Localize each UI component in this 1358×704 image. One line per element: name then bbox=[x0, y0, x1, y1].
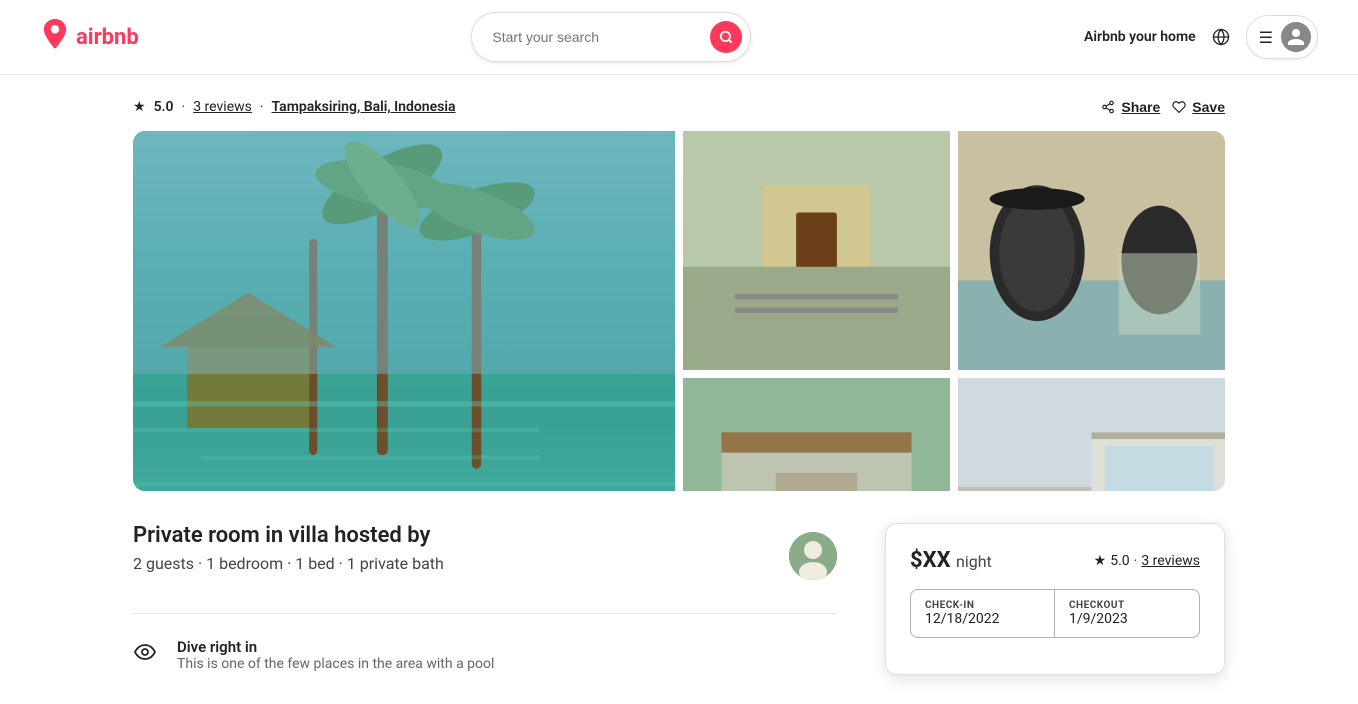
host-avatar-image bbox=[789, 532, 837, 580]
save-button[interactable]: Save bbox=[1172, 99, 1225, 115]
card-star-icon: ★ bbox=[1094, 553, 1107, 569]
listing-title: Private room in villa hosted by bbox=[133, 523, 444, 548]
photo-cell-1[interactable] bbox=[683, 131, 950, 370]
save-label: Save bbox=[1192, 99, 1225, 115]
star-icon: ★ bbox=[133, 99, 146, 115]
language-button[interactable] bbox=[1212, 28, 1230, 46]
booking-card: $XX night ★ 5.0 · 3 reviews CHECK-IN 12/… bbox=[885, 523, 1225, 675]
site-header: airbnb Airbnb your home ☰ bbox=[0, 0, 1358, 75]
rating-reviews[interactable]: 3 reviews bbox=[193, 99, 252, 115]
airbnb-logo-icon bbox=[40, 17, 70, 57]
share-button[interactable]: Share bbox=[1101, 99, 1160, 115]
feature-description: This is one of the few places in the are… bbox=[177, 656, 494, 672]
action-buttons: Share Save bbox=[1101, 99, 1225, 115]
price-value: $XX bbox=[910, 548, 951, 573]
photo-cell-2[interactable] bbox=[958, 131, 1225, 370]
checkin-label: CHECK-IN bbox=[925, 600, 1040, 611]
dive-icon bbox=[133, 640, 161, 670]
nav-right: Airbnb your home ☰ bbox=[1084, 15, 1318, 59]
airbnb-home-link[interactable]: Airbnb your home bbox=[1084, 29, 1196, 45]
date-grid: CHECK-IN 12/18/2022 CHECKOUT 1/9/2023 bbox=[910, 589, 1200, 638]
feature-row: Dive right in This is one of the few pla… bbox=[133, 638, 837, 672]
search-bar[interactable] bbox=[471, 12, 751, 62]
location-link[interactable]: Tampaksiring, Bali, Indonesia bbox=[272, 99, 456, 115]
logo-text: airbnb bbox=[76, 25, 139, 50]
feature-text: Dive right in This is one of the few pla… bbox=[177, 638, 494, 672]
photo-grid: ⊞ Show all photos bbox=[133, 131, 1225, 491]
dot-separator-2: · bbox=[260, 99, 264, 115]
user-menu[interactable]: ☰ bbox=[1246, 15, 1318, 59]
photo-cell-3[interactable] bbox=[683, 378, 950, 491]
search-button[interactable] bbox=[710, 21, 742, 53]
feature-title: Dive right in bbox=[177, 638, 494, 656]
checkout-value: 1/9/2023 bbox=[1069, 611, 1185, 627]
card-rating-score: 5.0 bbox=[1110, 553, 1129, 569]
listing-info: Private room in villa hosted by 2 guests… bbox=[133, 523, 837, 680]
host-avatar[interactable] bbox=[789, 532, 837, 580]
price-row: $XX night ★ 5.0 · 3 reviews bbox=[910, 548, 1200, 573]
lower-section: Private room in villa hosted by 2 guests… bbox=[133, 523, 1225, 680]
listing-subtitle: 2 guests · 1 bedroom · 1 bed · 1 private… bbox=[133, 554, 444, 573]
share-label: Share bbox=[1121, 99, 1160, 115]
photo-main[interactable] bbox=[133, 131, 675, 491]
rating-score: 5.0 bbox=[154, 99, 174, 115]
photo-cell-4[interactable]: ⊞ Show all photos bbox=[958, 378, 1225, 491]
card-rating: ★ 5.0 · 3 reviews bbox=[1094, 553, 1200, 569]
divider-1 bbox=[133, 613, 837, 614]
checkin-cell[interactable]: CHECK-IN 12/18/2022 bbox=[911, 590, 1055, 637]
search-input[interactable] bbox=[492, 29, 700, 45]
checkin-value: 12/18/2022 bbox=[925, 611, 1040, 627]
checkout-cell[interactable]: CHECKOUT 1/9/2023 bbox=[1055, 590, 1199, 637]
hamburger-icon: ☰ bbox=[1259, 28, 1273, 47]
photo-sub-grid: ⊞ Show all photos bbox=[683, 131, 1225, 491]
main-photo-svg bbox=[133, 131, 675, 491]
rating-row: ★ 5.0 · 3 reviews · Tampaksiring, Bali, … bbox=[133, 99, 1225, 115]
avatar bbox=[1281, 22, 1311, 52]
logo[interactable]: airbnb bbox=[40, 17, 139, 57]
dot-separator: · bbox=[182, 99, 186, 115]
main-content: ★ 5.0 · 3 reviews · Tampaksiring, Bali, … bbox=[109, 75, 1249, 704]
dot-sep: · bbox=[1134, 553, 1138, 569]
card-reviews-link[interactable]: 3 reviews bbox=[1141, 553, 1200, 569]
price-display: $XX night bbox=[910, 548, 992, 573]
checkout-label: CHECKOUT bbox=[1069, 600, 1185, 611]
per-night-label: night bbox=[956, 552, 992, 571]
